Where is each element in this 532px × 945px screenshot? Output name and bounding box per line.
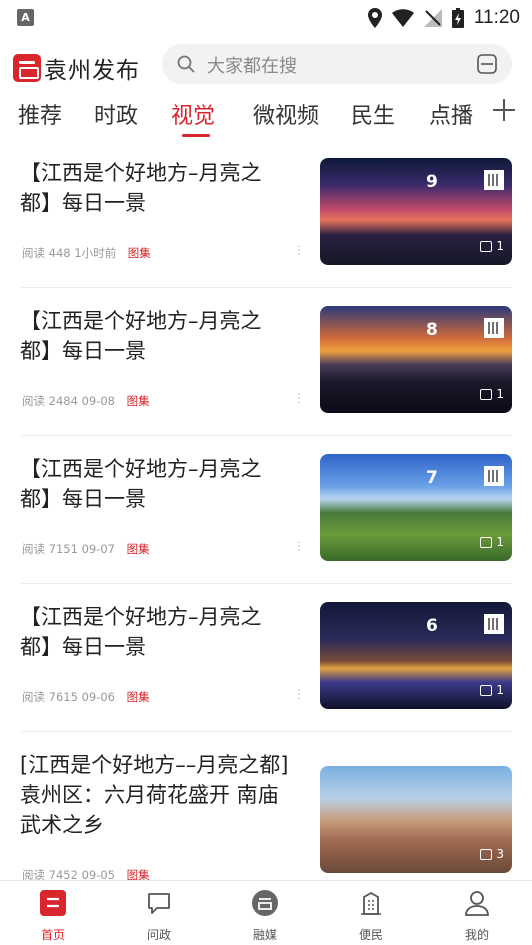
list-item[interactable]: 【江西是个好地方–月亮之都】每日一景 阅读 2484 09-08 图集 ⋮ 8 …: [0, 288, 532, 436]
publish-time: 09-06: [81, 690, 115, 704]
more-options-icon[interactable]: ⋮: [293, 688, 305, 700]
home-icon: [40, 890, 66, 916]
article-meta: 阅读 7452 09-05 图集: [22, 867, 150, 880]
logo-icon: [13, 54, 41, 82]
article-thumbnail[interactable]: 7 1: [320, 454, 512, 561]
scan-icon[interactable]: [476, 53, 498, 75]
photo-count-badge: 1: [480, 237, 504, 255]
list-item[interactable]: 【江西是个好地方–月亮之都】每日一景 阅读 448 1小时前 图集 ⋮ 9 1: [0, 140, 532, 288]
tab-politics[interactable]: 时政: [94, 98, 138, 130]
wifi-icon: [391, 9, 414, 27]
building-icon: [361, 891, 381, 915]
qr-code-icon: [484, 614, 504, 634]
article-thumbnail[interactable]: 9 1: [320, 158, 512, 265]
more-options-icon[interactable]: ⋮: [293, 392, 305, 404]
article-title[interactable]: [江西是个好地方––月亮之都]袁州区：六月荷花盛开 南庙武术之乡: [20, 750, 290, 840]
gallery-tag: 图集: [127, 246, 151, 260]
tab-recommend[interactable]: 推荐: [18, 98, 62, 130]
image-icon: [480, 536, 493, 548]
publish-time: 09-05: [81, 868, 115, 880]
article-meta: 阅读 7615 09-06 图集: [22, 689, 150, 705]
app-header: 袁州发布 大家都在搜: [0, 42, 532, 88]
read-count: 阅读 2484: [22, 394, 78, 408]
publish-time: 1小时前: [74, 246, 117, 260]
gallery-tag: 图集: [126, 542, 150, 556]
thumbnail-day: 8: [426, 320, 438, 340]
publish-time: 09-07: [81, 542, 115, 556]
battery-charging-icon: [451, 8, 464, 28]
add-channel-icon[interactable]: [490, 96, 518, 124]
thumbnail-day: 7: [426, 468, 438, 488]
nav-home[interactable]: 首页: [18, 889, 88, 943]
article-thumbnail[interactable]: 3: [320, 766, 512, 873]
nav-inquiry[interactable]: 问政: [124, 889, 194, 943]
article-thumbnail[interactable]: 6 1: [320, 602, 512, 709]
thumbnail-day: 6: [426, 616, 438, 636]
photo-count-badge: 1: [480, 681, 504, 699]
qr-code-icon: [484, 466, 504, 486]
qr-code-icon: [484, 170, 504, 190]
nav-profile[interactable]: 我的: [442, 889, 512, 943]
more-options-icon[interactable]: ⋮: [293, 540, 305, 552]
media-icon: [252, 890, 278, 916]
list-item[interactable]: 【江西是个好地方–月亮之都】每日一景 阅读 7615 09-06 图集 ⋮ 6 …: [0, 584, 532, 732]
chat-icon: [148, 893, 170, 914]
article-thumbnail[interactable]: 8 1: [320, 306, 512, 413]
tab-on-demand[interactable]: 点播: [429, 98, 473, 130]
location-icon: [367, 8, 382, 28]
thumbnail-day: 9: [426, 172, 438, 192]
more-options-icon[interactable]: ⋮: [293, 244, 305, 256]
qr-code-icon: [484, 318, 504, 338]
category-tabs: 推荐 时政 视觉 微视频 民生 点播: [0, 94, 532, 140]
tab-visual[interactable]: 视觉: [171, 98, 215, 130]
read-count: 阅读 7615: [22, 690, 78, 704]
active-tab-indicator: [182, 134, 210, 137]
article-title[interactable]: 【江西是个好地方–月亮之都】每日一景: [20, 602, 290, 662]
clock: 11:20: [473, 7, 520, 28]
status-icons: 11:20: [367, 6, 520, 30]
bottom-navigation: 首页 问政 融媒 便民 我的: [0, 880, 532, 945]
no-signal-icon: [423, 9, 442, 27]
read-count: 阅读 448: [22, 246, 71, 260]
app-name: 袁州发布: [44, 58, 140, 84]
publish-time: 09-08: [81, 394, 115, 408]
article-title[interactable]: 【江西是个好地方–月亮之都】每日一景: [20, 158, 290, 218]
search-bar[interactable]: 大家都在搜: [162, 44, 512, 84]
list-item[interactable]: [江西是个好地方––月亮之都]袁州区：六月荷花盛开 南庙武术之乡 阅读 7452…: [0, 732, 532, 880]
status-bar: A 11:20: [0, 0, 532, 36]
nav-media[interactable]: 融媒: [230, 889, 300, 943]
image-icon: [480, 240, 493, 252]
article-meta: 阅读 448 1小时前 图集: [22, 245, 151, 261]
list-item[interactable]: 【江西是个好地方–月亮之都】每日一景 阅读 7151 09-07 图集 ⋮ 7 …: [0, 436, 532, 584]
image-icon: [480, 684, 493, 696]
gallery-tag: 图集: [126, 690, 150, 704]
read-count: 阅读 7151: [22, 542, 78, 556]
tab-livelihood[interactable]: 民生: [351, 98, 395, 130]
article-title[interactable]: 【江西是个好地方–月亮之都】每日一景: [20, 306, 290, 366]
photo-count-badge: 3: [480, 845, 504, 863]
notification-a-icon: A: [17, 9, 34, 26]
image-icon: [480, 848, 493, 860]
article-meta: 阅读 2484 09-08 图集: [22, 393, 150, 409]
profile-icon: [465, 891, 489, 916]
app-logo: 袁州发布: [13, 51, 140, 85]
nav-services[interactable]: 便民: [336, 889, 406, 943]
article-title[interactable]: 【江西是个好地方–月亮之都】每日一景: [20, 454, 290, 514]
tab-micro-video[interactable]: 微视频: [253, 98, 319, 130]
article-feed[interactable]: 【江西是个好地方–月亮之都】每日一景 阅读 448 1小时前 图集 ⋮ 9 1 …: [0, 140, 532, 880]
search-placeholder: 大家都在搜: [207, 56, 297, 77]
image-icon: [480, 388, 493, 400]
search-icon: [177, 55, 195, 73]
article-meta: 阅读 7151 09-07 图集: [22, 541, 150, 557]
read-count: 阅读 7452: [22, 868, 78, 880]
photo-count-badge: 1: [480, 385, 504, 403]
gallery-tag: 图集: [126, 394, 150, 408]
photo-count-badge: 1: [480, 533, 504, 551]
gallery-tag: 图集: [126, 868, 150, 880]
